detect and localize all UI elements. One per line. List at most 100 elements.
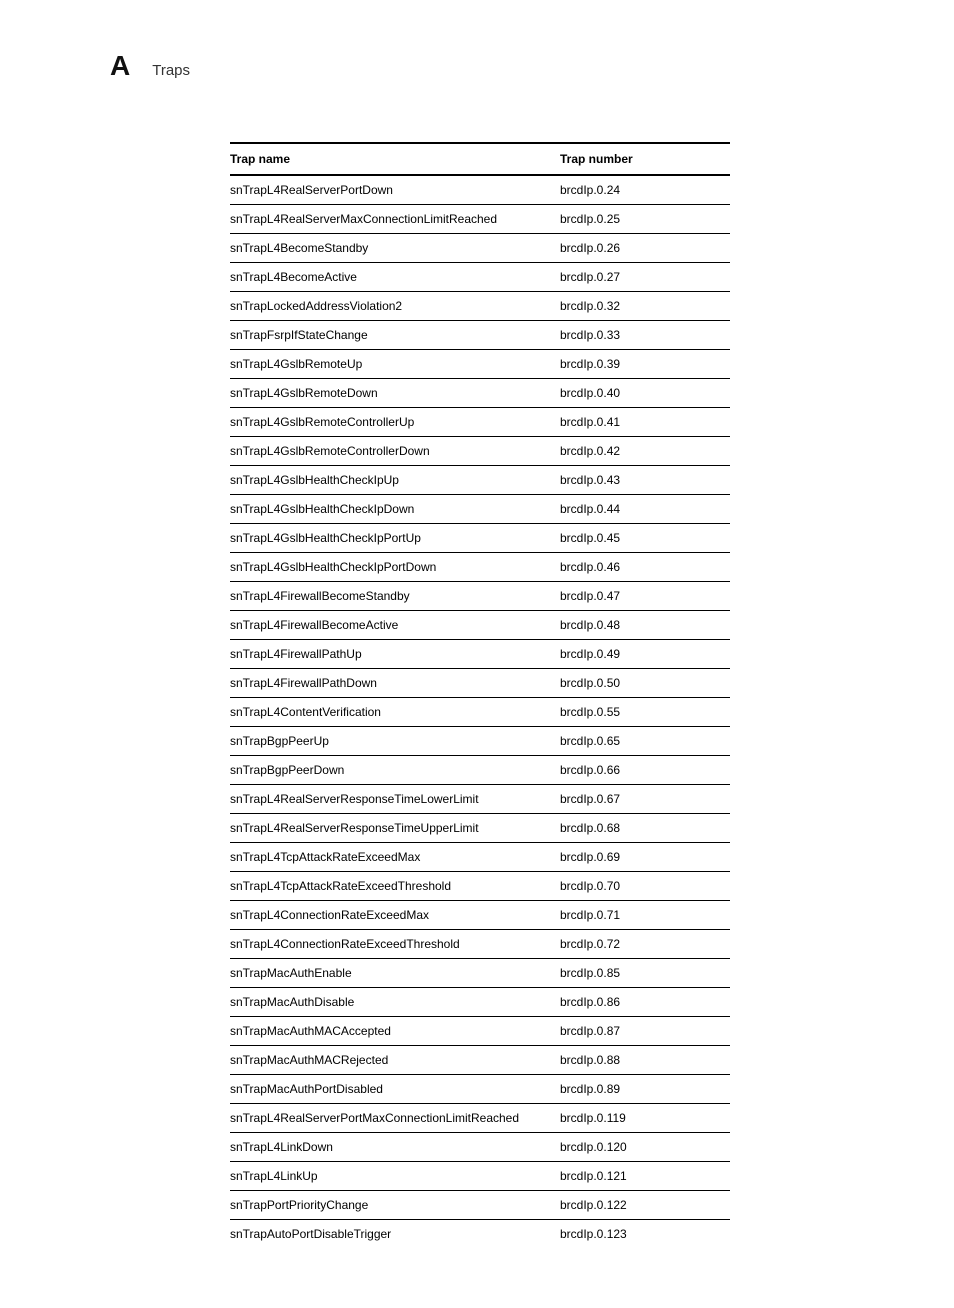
trap-number-cell: brcdIp.0.45 bbox=[560, 524, 730, 553]
table-row: snTrapL4GslbRemoteControllerUpbrcdIp.0.4… bbox=[230, 408, 730, 437]
trap-number-cell: brcdIp.0.33 bbox=[560, 321, 730, 350]
table-row: snTrapL4LinkDownbrcdIp.0.120 bbox=[230, 1133, 730, 1162]
trap-name-cell: snTrapLockedAddressViolation2 bbox=[230, 292, 560, 321]
trap-name-cell: snTrapL4FirewallPathUp bbox=[230, 640, 560, 669]
trap-name-cell: snTrapL4TcpAttackRateExceedMax bbox=[230, 843, 560, 872]
traps-table: Trap name Trap number snTrapL4RealServer… bbox=[230, 142, 730, 1248]
table-row: snTrapL4RealServerPortMaxConnectionLimit… bbox=[230, 1104, 730, 1133]
table-row: snTrapL4LinkUpbrcdIp.0.121 bbox=[230, 1162, 730, 1191]
page-title: Traps bbox=[152, 62, 190, 79]
table-row: snTrapBgpPeerDownbrcdIp.0.66 bbox=[230, 756, 730, 785]
trap-number-cell: brcdIp.0.70 bbox=[560, 872, 730, 901]
trap-number-cell: brcdIp.0.123 bbox=[560, 1220, 730, 1249]
trap-name-cell: snTrapL4GslbHealthCheckIpUp bbox=[230, 466, 560, 495]
trap-name-cell: snTrapL4GslbRemoteControllerUp bbox=[230, 408, 560, 437]
trap-name-cell: snTrapL4ConnectionRateExceedThreshold bbox=[230, 930, 560, 959]
table-header-row: Trap name Trap number bbox=[230, 143, 730, 175]
trap-name-cell: snTrapL4LinkUp bbox=[230, 1162, 560, 1191]
trap-number-cell: brcdIp.0.32 bbox=[560, 292, 730, 321]
table-row: snTrapLockedAddressViolation2brcdIp.0.32 bbox=[230, 292, 730, 321]
trap-name-cell: snTrapL4GslbRemoteUp bbox=[230, 350, 560, 379]
traps-table-wrap: Trap name Trap number snTrapL4RealServer… bbox=[230, 142, 730, 1248]
trap-name-cell: snTrapMacAuthPortDisabled bbox=[230, 1075, 560, 1104]
trap-number-cell: brcdIp.0.40 bbox=[560, 379, 730, 408]
trap-number-cell: brcdIp.0.49 bbox=[560, 640, 730, 669]
table-row: snTrapL4GslbRemoteControllerDownbrcdIp.0… bbox=[230, 437, 730, 466]
trap-number-cell: brcdIp.0.46 bbox=[560, 553, 730, 582]
table-row: snTrapMacAuthMACAcceptedbrcdIp.0.87 bbox=[230, 1017, 730, 1046]
trap-number-cell: brcdIp.0.119 bbox=[560, 1104, 730, 1133]
trap-number-cell: brcdIp.0.47 bbox=[560, 582, 730, 611]
table-row: snTrapL4ConnectionRateExceedMaxbrcdIp.0.… bbox=[230, 901, 730, 930]
trap-number-cell: brcdIp.0.27 bbox=[560, 263, 730, 292]
trap-number-cell: brcdIp.0.55 bbox=[560, 698, 730, 727]
table-row: snTrapL4GslbRemoteUpbrcdIp.0.39 bbox=[230, 350, 730, 379]
table-row: snTrapL4FirewallBecomeActivebrcdIp.0.48 bbox=[230, 611, 730, 640]
table-row: snTrapL4RealServerResponseTimeLowerLimit… bbox=[230, 785, 730, 814]
trap-name-cell: snTrapMacAuthMACAccepted bbox=[230, 1017, 560, 1046]
table-row: snTrapL4GslbHealthCheckIpPortUpbrcdIp.0.… bbox=[230, 524, 730, 553]
trap-number-cell: brcdIp.0.86 bbox=[560, 988, 730, 1017]
trap-name-cell: snTrapBgpPeerDown bbox=[230, 756, 560, 785]
page: A Traps Trap name Trap number snTrapL4Re… bbox=[0, 0, 954, 1308]
trap-name-cell: snTrapL4TcpAttackRateExceedThreshold bbox=[230, 872, 560, 901]
table-row: snTrapFsrpIfStateChangebrcdIp.0.33 bbox=[230, 321, 730, 350]
trap-number-cell: brcdIp.0.66 bbox=[560, 756, 730, 785]
table-row: snTrapAutoPortDisableTriggerbrcdIp.0.123 bbox=[230, 1220, 730, 1249]
table-row: snTrapL4FirewallPathUpbrcdIp.0.49 bbox=[230, 640, 730, 669]
trap-number-cell: brcdIp.0.120 bbox=[560, 1133, 730, 1162]
trap-number-cell: brcdIp.0.50 bbox=[560, 669, 730, 698]
trap-number-cell: brcdIp.0.87 bbox=[560, 1017, 730, 1046]
trap-number-cell: brcdIp.0.26 bbox=[560, 234, 730, 263]
table-row: snTrapL4FirewallPathDownbrcdIp.0.50 bbox=[230, 669, 730, 698]
trap-number-cell: brcdIp.0.67 bbox=[560, 785, 730, 814]
trap-number-cell: brcdIp.0.24 bbox=[560, 175, 730, 205]
trap-name-cell: snTrapL4ConnectionRateExceedMax bbox=[230, 901, 560, 930]
table-row: snTrapL4GslbHealthCheckIpUpbrcdIp.0.43 bbox=[230, 466, 730, 495]
trap-name-cell: snTrapL4RealServerResponseTimeUpperLimit bbox=[230, 814, 560, 843]
table-row: snTrapMacAuthDisablebrcdIp.0.86 bbox=[230, 988, 730, 1017]
trap-name-cell: snTrapMacAuthEnable bbox=[230, 959, 560, 988]
trap-name-cell: snTrapL4GslbHealthCheckIpPortUp bbox=[230, 524, 560, 553]
table-row: snTrapL4BecomeStandbybrcdIp.0.26 bbox=[230, 234, 730, 263]
table-row: snTrapL4RealServerPortDownbrcdIp.0.24 bbox=[230, 175, 730, 205]
trap-number-cell: brcdIp.0.25 bbox=[560, 205, 730, 234]
trap-number-cell: brcdIp.0.85 bbox=[560, 959, 730, 988]
trap-name-cell: snTrapL4FirewallBecomeActive bbox=[230, 611, 560, 640]
trap-number-cell: brcdIp.0.43 bbox=[560, 466, 730, 495]
table-row: snTrapL4FirewallBecomeStandbybrcdIp.0.47 bbox=[230, 582, 730, 611]
table-row: snTrapL4ContentVerificationbrcdIp.0.55 bbox=[230, 698, 730, 727]
trap-number-cell: brcdIp.0.71 bbox=[560, 901, 730, 930]
col-header-number: Trap number bbox=[560, 143, 730, 175]
trap-number-cell: brcdIp.0.121 bbox=[560, 1162, 730, 1191]
col-header-name: Trap name bbox=[230, 143, 560, 175]
trap-name-cell: snTrapFsrpIfStateChange bbox=[230, 321, 560, 350]
table-row: snTrapL4GslbRemoteDownbrcdIp.0.40 bbox=[230, 379, 730, 408]
trap-number-cell: brcdIp.0.42 bbox=[560, 437, 730, 466]
trap-number-cell: brcdIp.0.72 bbox=[560, 930, 730, 959]
trap-number-cell: brcdIp.0.39 bbox=[560, 350, 730, 379]
trap-number-cell: brcdIp.0.65 bbox=[560, 727, 730, 756]
trap-number-cell: brcdIp.0.44 bbox=[560, 495, 730, 524]
table-row: snTrapMacAuthMACRejectedbrcdIp.0.88 bbox=[230, 1046, 730, 1075]
trap-number-cell: brcdIp.0.69 bbox=[560, 843, 730, 872]
trap-name-cell: snTrapL4BecomeActive bbox=[230, 263, 560, 292]
trap-name-cell: snTrapMacAuthDisable bbox=[230, 988, 560, 1017]
trap-number-cell: brcdIp.0.68 bbox=[560, 814, 730, 843]
trap-name-cell: snTrapL4GslbHealthCheckIpPortDown bbox=[230, 553, 560, 582]
table-row: snTrapPortPriorityChangebrcdIp.0.122 bbox=[230, 1191, 730, 1220]
trap-number-cell: brcdIp.0.48 bbox=[560, 611, 730, 640]
table-row: snTrapL4TcpAttackRateExceedMaxbrcdIp.0.6… bbox=[230, 843, 730, 872]
trap-name-cell: snTrapL4GslbHealthCheckIpDown bbox=[230, 495, 560, 524]
table-row: snTrapL4GslbHealthCheckIpDownbrcdIp.0.44 bbox=[230, 495, 730, 524]
page-header: A Traps bbox=[0, 50, 954, 82]
trap-name-cell: snTrapL4LinkDown bbox=[230, 1133, 560, 1162]
trap-name-cell: snTrapL4GslbRemoteDown bbox=[230, 379, 560, 408]
table-row: snTrapL4RealServerResponseTimeUpperLimit… bbox=[230, 814, 730, 843]
trap-name-cell: snTrapBgpPeerUp bbox=[230, 727, 560, 756]
table-row: snTrapBgpPeerUpbrcdIp.0.65 bbox=[230, 727, 730, 756]
trap-name-cell: snTrapL4FirewallPathDown bbox=[230, 669, 560, 698]
trap-number-cell: brcdIp.0.41 bbox=[560, 408, 730, 437]
trap-name-cell: snTrapL4GslbRemoteControllerDown bbox=[230, 437, 560, 466]
table-row: snTrapL4GslbHealthCheckIpPortDownbrcdIp.… bbox=[230, 553, 730, 582]
